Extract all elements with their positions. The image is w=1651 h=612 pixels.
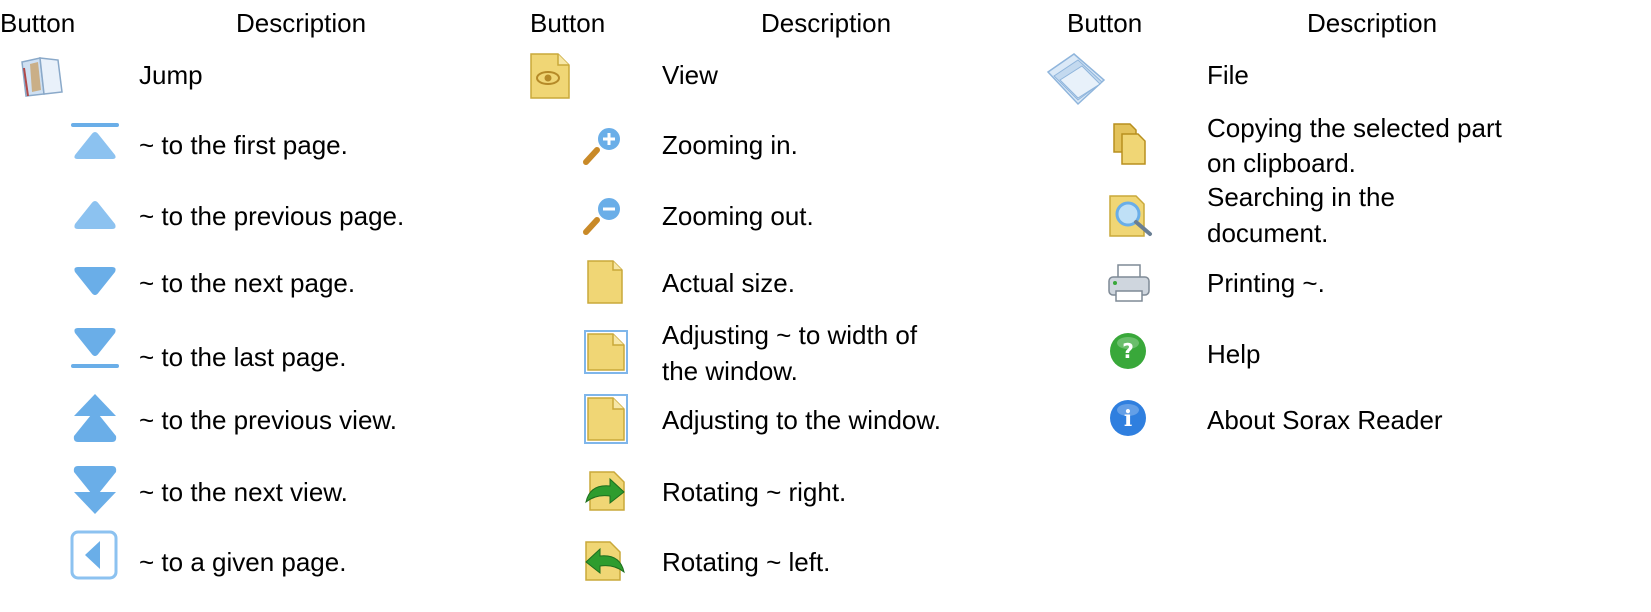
next-view-icon[interactable]	[70, 462, 120, 516]
column-header-description-3: Description	[1307, 8, 1438, 38]
file-pages-icon	[1044, 50, 1110, 108]
go-to-page-icon[interactable]	[70, 530, 118, 580]
file-title: File	[1207, 60, 1249, 90]
column-header-button-3: Button	[1067, 8, 1143, 38]
row-label-line1: Adjusting ~ to width of	[662, 320, 918, 350]
row-label-line1: Searching in the	[1207, 182, 1395, 212]
row-label-line2: document.	[1207, 218, 1329, 248]
rotate-right-icon[interactable]	[582, 470, 628, 512]
about-icon[interactable]: i	[1108, 398, 1148, 438]
row-label: ~ to the next page.	[139, 268, 356, 298]
jump-title: Jump	[139, 60, 203, 90]
row-label-line1: Copying the selected part	[1207, 113, 1502, 143]
row-label: ~ to the previous view.	[139, 405, 397, 435]
row-label: Zooming out.	[662, 201, 814, 231]
actual-size-icon[interactable]	[586, 259, 624, 305]
row-label: ~ to a given page.	[139, 547, 347, 577]
zoom-in-icon[interactable]	[583, 124, 627, 166]
jump-book-icon	[18, 54, 66, 98]
row-label: Rotating ~ right.	[662, 477, 847, 507]
row-label: ~ to the first page.	[139, 130, 348, 160]
view-page-eye-icon	[528, 52, 572, 100]
help-glyph: ?	[1122, 339, 1134, 363]
fit-width-icon[interactable]	[584, 330, 628, 374]
view-title: View	[662, 60, 718, 90]
row-label: Help	[1207, 339, 1261, 369]
next-page-icon[interactable]	[70, 262, 120, 300]
row-label-line2: the window.	[662, 356, 798, 386]
first-page-icon[interactable]	[70, 122, 120, 162]
zoom-out-icon[interactable]	[583, 194, 627, 236]
column-header-description-1: Description	[236, 8, 367, 38]
print-icon[interactable]	[1106, 263, 1152, 303]
row-label: ~ to the last page.	[139, 342, 347, 372]
column-header-button-1: Button	[0, 8, 76, 38]
previous-page-icon[interactable]	[70, 196, 120, 234]
column-header-description-2: Description	[761, 8, 892, 38]
row-label-line2: on clipboard.	[1207, 148, 1356, 178]
row-label: Actual size.	[662, 268, 795, 298]
rotate-left-icon[interactable]	[582, 540, 628, 582]
row-label: ~ to the previous page.	[139, 201, 405, 231]
info-glyph: i	[1124, 406, 1132, 432]
last-page-icon[interactable]	[70, 324, 120, 372]
row-label: Adjusting to the window.	[662, 405, 941, 435]
previous-view-icon[interactable]	[70, 392, 120, 446]
row-label: Rotating ~ left.	[662, 547, 831, 577]
column-header-button-2: Button	[530, 8, 606, 38]
copy-icon[interactable]	[1112, 122, 1148, 166]
row-label: ~ to the next view.	[139, 477, 348, 507]
row-label: About Sorax Reader	[1207, 405, 1443, 435]
fit-window-icon[interactable]	[584, 394, 628, 444]
help-icon[interactable]: ?	[1108, 331, 1148, 371]
search-icon[interactable]	[1108, 194, 1154, 238]
row-label: Zooming in.	[662, 130, 798, 160]
row-label: Printing ~.	[1207, 268, 1325, 298]
